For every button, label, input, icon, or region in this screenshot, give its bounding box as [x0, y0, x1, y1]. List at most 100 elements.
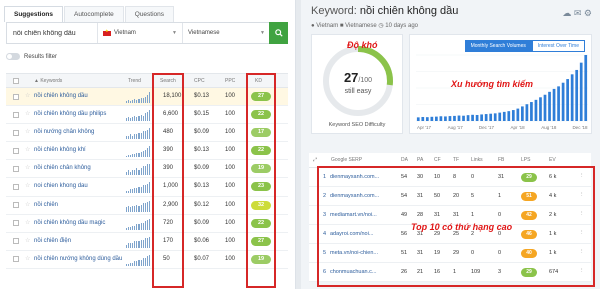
star-icon[interactable]: ☆	[25, 92, 30, 99]
filter-toggle[interactable]	[6, 53, 20, 60]
tab-autocomplete[interactable]: Autocomplete	[64, 6, 124, 22]
chart-bar[interactable]	[507, 111, 511, 121]
star-icon[interactable]: ☆	[25, 255, 30, 262]
language-select[interactable]: Vietnamese ▼	[182, 23, 270, 43]
tab-questions[interactable]: Questions	[124, 6, 175, 22]
star-icon[interactable]: ☆	[25, 146, 30, 153]
country-label: Vietnam	[114, 30, 136, 36]
chart-bar[interactable]	[475, 114, 479, 121]
chart-bar[interactable]	[435, 116, 438, 121]
chart-bar[interactable]	[430, 116, 434, 121]
row-checkbox[interactable]	[13, 256, 19, 263]
chart-bar[interactable]	[521, 106, 524, 121]
chart-bar[interactable]	[502, 111, 506, 121]
chart-bar[interactable]	[462, 115, 465, 121]
search-icon	[274, 29, 283, 37]
star-icon[interactable]: ☆	[25, 128, 30, 135]
chart-bar[interactable]	[543, 94, 547, 121]
country-select[interactable]: Vietnam ▼	[97, 23, 182, 43]
chart-bar[interactable]	[425, 117, 429, 121]
row-checkbox[interactable]	[13, 147, 19, 154]
results-filter[interactable]: Results filter	[6, 53, 57, 60]
row-checkbox[interactable]	[13, 183, 19, 190]
row-checkbox[interactable]	[13, 129, 19, 136]
row-checkbox[interactable]	[13, 202, 19, 209]
keyword-input[interactable]	[7, 23, 97, 43]
chart-bar[interactable]	[511, 110, 515, 121]
trend-sparkline	[126, 181, 150, 194]
star-icon[interactable]: ☆	[25, 182, 30, 189]
chart-bar[interactable]	[579, 62, 583, 121]
chart-bar[interactable]	[557, 86, 560, 121]
kd-highlight	[246, 73, 276, 288]
x-tick-label: Apr '18	[511, 125, 526, 130]
chart-bar[interactable]	[480, 114, 483, 121]
keyword-link[interactable]: nồi chiên điện	[34, 238, 71, 244]
header-trend[interactable]: Trend	[128, 78, 141, 84]
chart-bar[interactable]	[525, 104, 529, 121]
header-ppc[interactable]: PPC	[225, 78, 235, 84]
row-checkbox[interactable]	[13, 220, 19, 227]
chart-bar[interactable]	[498, 112, 502, 121]
chart-bar[interactable]	[471, 114, 474, 121]
chart-bar[interactable]	[421, 116, 425, 121]
search-button[interactable]	[269, 22, 288, 44]
star-icon[interactable]: ☆	[25, 237, 30, 244]
keyword-link[interactable]: nồi chiên nướng không dùng dầu	[34, 256, 122, 262]
keyword-link[interactable]: nồi chiên	[34, 202, 58, 208]
star-icon[interactable]: ☆	[25, 110, 30, 117]
row-checkbox[interactable]	[13, 238, 19, 245]
suggestions-panel: Suggestions Autocomplete Questions Vietn…	[0, 0, 296, 289]
decorative-icons: ☁ ✉ ⚙	[562, 8, 592, 18]
row-checkbox[interactable]	[13, 111, 19, 118]
star-icon[interactable]: ☆	[25, 201, 30, 208]
chart-bar[interactable]	[416, 117, 420, 121]
chart-bar[interactable]	[493, 113, 497, 121]
ppc-value: 100	[225, 129, 236, 136]
chart-bar[interactable]	[489, 113, 493, 121]
select-all-checkbox[interactable]	[13, 77, 19, 84]
chart-bar[interactable]	[457, 115, 461, 121]
header-keywords[interactable]: ▲ Keywords	[34, 78, 62, 84]
chart-bar[interactable]	[466, 115, 470, 121]
keyword-link[interactable]: nồi chiên không dầu philips	[34, 111, 106, 117]
expand-icon[interactable]: ⤢	[313, 157, 317, 163]
chart-bar[interactable]	[539, 97, 542, 121]
keyword-link[interactable]: nồi chiên không khí	[34, 147, 86, 153]
header-lps: LPS	[521, 157, 531, 163]
chart-bar[interactable]	[561, 82, 565, 121]
chart-bar[interactable]	[552, 88, 556, 121]
chart-bar[interactable]	[534, 99, 538, 121]
chart-bar[interactable]	[530, 102, 533, 121]
chart-bar[interactable]	[484, 114, 488, 121]
trend-sparkline	[126, 236, 150, 248]
keyword-link[interactable]: nồi chiên chân không	[34, 165, 91, 171]
chart-bar[interactable]	[570, 74, 574, 121]
chart-bar[interactable]	[566, 79, 569, 121]
results-filter-label: Results filter	[24, 53, 58, 60]
chart-bar[interactable]	[584, 55, 588, 121]
star-icon[interactable]: ☆	[25, 164, 30, 171]
keyword-link[interactable]: nồi chiên không dầu magic	[34, 220, 105, 226]
trend-sparkline	[126, 127, 150, 140]
keyword-link[interactable]: noi chien khong dau	[34, 183, 88, 189]
row-checkbox[interactable]	[13, 165, 19, 172]
chart-bar[interactable]	[453, 115, 456, 121]
cpc-value: $0.07	[194, 255, 210, 262]
chart-bar[interactable]	[444, 116, 447, 121]
tab-suggestions[interactable]: Suggestions	[4, 6, 64, 22]
chart-bar[interactable]	[548, 91, 551, 121]
star-icon[interactable]: ☆	[25, 219, 30, 226]
header-cpc[interactable]: CPC	[194, 78, 205, 84]
keyword-link[interactable]: nồi nướng chân không	[34, 129, 94, 135]
chart-bar[interactable]	[516, 108, 520, 121]
annotation-top10: Top 10 có thứ hạng cao	[411, 222, 513, 232]
chart-bar[interactable]	[448, 116, 452, 121]
tab-bar: Suggestions Autocomplete Questions	[4, 6, 175, 22]
chart-bar[interactable]	[439, 116, 443, 121]
row-checkbox[interactable]	[13, 93, 19, 100]
cpc-value: $0.09	[194, 165, 210, 172]
chart-bar[interactable]	[575, 69, 579, 121]
keyword-link[interactable]: nồi chiên không dầu	[34, 93, 88, 99]
annotation-kd: Độ khó	[347, 40, 378, 50]
